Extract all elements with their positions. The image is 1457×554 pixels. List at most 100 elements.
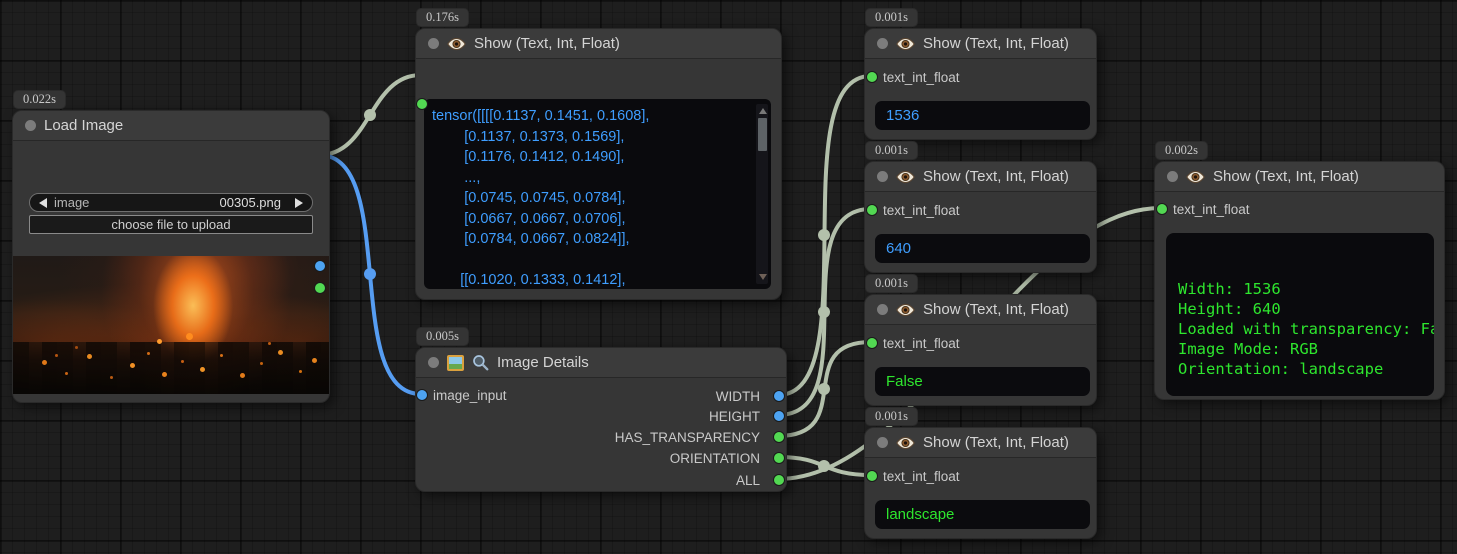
eye-icon	[896, 170, 915, 184]
exec-time-badge: 0.001s	[865, 141, 918, 160]
tensor-value-display[interactable]: tensor([[[[0.1137, 0.1451, 0.1608], [0.1…	[424, 99, 771, 289]
node-show-height[interactable]: 0.001s Show (Text, Int, Float) text_int_…	[864, 161, 1097, 273]
collapse-dot-icon[interactable]	[877, 304, 888, 315]
node-show-transparency[interactable]: 0.001s Show (Text, Int, Float) text_int_…	[864, 294, 1097, 406]
input-slot-text-int-float[interactable]	[867, 338, 877, 348]
node-title: Show (Text, Int, Float)	[923, 301, 1069, 318]
node-title: Image Details	[497, 354, 589, 371]
exec-time-badge: 0.001s	[865, 407, 918, 426]
node-show-width[interactable]: 0.001s Show (Text, Int, Float) text_int_…	[864, 28, 1097, 140]
exec-time-badge: 0.001s	[865, 8, 918, 27]
node-title-bar[interactable]: Load Image	[13, 111, 329, 141]
input-slot-text-int-float[interactable]	[867, 205, 877, 215]
output-slot-width[interactable]	[774, 391, 784, 401]
value-display[interactable]: landscape	[875, 500, 1090, 529]
output-slot-all[interactable]	[774, 475, 784, 485]
wire-image-to-image-details	[319, 155, 421, 394]
combo-value: 00305.png	[220, 195, 281, 210]
exec-time-badge: 0.005s	[416, 327, 469, 346]
node-show-orientation[interactable]: 0.001s Show (Text, Int, Float) text_int_…	[864, 427, 1097, 539]
input-slot-text-int-float[interactable]	[417, 99, 427, 109]
output-slot-orientation[interactable]	[774, 453, 784, 463]
scroll-down-icon[interactable]	[759, 274, 767, 280]
collapse-dot-icon[interactable]	[25, 120, 36, 131]
node-title: Show (Text, Int, Float)	[1213, 168, 1359, 185]
wire-width-to-show	[778, 76, 871, 395]
collapse-dot-icon[interactable]	[428, 38, 439, 49]
node-show-tensor[interactable]: 0.176s Show (Text, Int, Float) text_int_…	[415, 28, 782, 300]
output-label-height: HEIGHT	[709, 410, 760, 424]
collapse-dot-icon[interactable]	[1167, 171, 1178, 182]
value-display[interactable]: 1536	[875, 101, 1090, 130]
output-slot-height[interactable]	[774, 411, 784, 421]
output-slot-has-transparency[interactable]	[774, 432, 784, 442]
eye-icon	[447, 37, 466, 51]
exec-time-badge: 0.176s	[416, 8, 469, 27]
wire-transparency-to-show	[778, 342, 871, 436]
node-image-details[interactable]: 0.005s Image Details image_input WIDTH H…	[415, 347, 787, 492]
node-graph-canvas[interactable]: 0.022s Load Image IMAGE MASK image 00305…	[0, 0, 1457, 554]
wire-midpoint-dot	[818, 460, 830, 472]
input-slot-text-int-float[interactable]	[867, 72, 877, 82]
collapse-dot-icon[interactable]	[428, 357, 439, 368]
wire-midpoint-dot	[818, 306, 830, 318]
output-label-has-transparency: HAS_TRANSPARENCY	[615, 431, 760, 445]
scrollbar[interactable]	[756, 104, 768, 284]
output-slot-image[interactable]	[315, 261, 325, 271]
image-combo-widget[interactable]: image 00305.png	[29, 193, 313, 212]
eye-icon	[896, 37, 915, 51]
eye-icon	[1186, 170, 1205, 184]
node-title: Show (Text, Int, Float)	[923, 168, 1069, 185]
input-label: text_int_float	[883, 71, 960, 85]
wire-image-to-show-tensor	[319, 75, 421, 155]
picture-icon	[447, 355, 464, 371]
output-label-width: WIDTH	[716, 390, 760, 404]
node-title: Show (Text, Int, Float)	[923, 434, 1069, 451]
eye-icon	[896, 436, 915, 450]
node-title-bar[interactable]: Image Details	[416, 348, 786, 378]
value-display[interactable]: Width: 1536 Height: 640 Loaded with tran…	[1166, 233, 1434, 396]
detail-text: Width: 1536 Height: 640 Loaded with tran…	[1166, 233, 1434, 379]
input-label: text_int_float	[1173, 203, 1250, 217]
node-title-bar[interactable]: Show (Text, Int, Float)	[1155, 162, 1444, 192]
value-display[interactable]: 640	[875, 234, 1090, 263]
scroll-up-icon[interactable]	[759, 108, 767, 114]
input-label: text_int_float	[883, 470, 960, 484]
tensor-text: tensor([[[[0.1137, 0.1451, 0.1608], [0.1…	[424, 99, 771, 289]
node-show-all[interactable]: 0.002s Show (Text, Int, Float) text_int_…	[1154, 161, 1445, 400]
combo-prev-icon[interactable]	[39, 198, 47, 208]
input-slot-text-int-float[interactable]	[867, 471, 877, 481]
node-load-image[interactable]: 0.022s Load Image IMAGE MASK image 00305…	[12, 110, 330, 403]
node-title: Show (Text, Int, Float)	[474, 35, 620, 52]
wire-orientation-to-show	[778, 457, 871, 475]
wire-midpoint-dot	[364, 268, 376, 280]
scroll-thumb[interactable]	[758, 118, 767, 151]
wire-height-to-show	[778, 209, 871, 415]
node-title-bar[interactable]: Show (Text, Int, Float)	[416, 29, 781, 59]
wire-midpoint-dot	[818, 383, 830, 395]
node-title: Show (Text, Int, Float)	[923, 35, 1069, 52]
node-title-bar[interactable]: Show (Text, Int, Float)	[865, 295, 1096, 325]
node-title-bar[interactable]: Show (Text, Int, Float)	[865, 29, 1096, 59]
collapse-dot-icon[interactable]	[877, 171, 888, 182]
output-slot-mask[interactable]	[315, 283, 325, 293]
value-display[interactable]: False	[875, 367, 1090, 396]
exec-time-badge: 0.022s	[13, 90, 66, 109]
input-label: text_int_float	[883, 337, 960, 351]
combo-name: image	[54, 195, 89, 210]
input-slot-image-input[interactable]	[417, 390, 427, 400]
collapse-dot-icon[interactable]	[877, 437, 888, 448]
image-preview	[13, 256, 329, 394]
node-title-bar[interactable]: Show (Text, Int, Float)	[865, 162, 1096, 192]
node-title-bar[interactable]: Show (Text, Int, Float)	[865, 428, 1096, 458]
input-slot-text-int-float[interactable]	[1157, 204, 1167, 214]
eye-icon	[896, 303, 915, 317]
wire-midpoint-dot	[818, 229, 830, 241]
wire-midpoint-dot	[364, 109, 376, 121]
collapse-dot-icon[interactable]	[877, 38, 888, 49]
combo-next-icon[interactable]	[295, 198, 303, 208]
output-label-all: ALL	[736, 474, 760, 488]
input-label: text_int_float	[883, 204, 960, 218]
choose-file-button[interactable]: choose file to upload	[29, 215, 313, 234]
exec-time-badge: 0.002s	[1155, 141, 1208, 160]
